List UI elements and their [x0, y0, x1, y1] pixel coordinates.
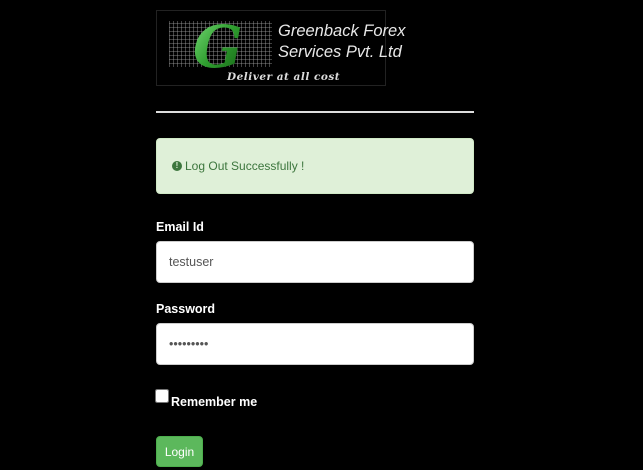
company-name-line2: Services Pvt. Ltd — [278, 43, 402, 61]
password-label: Password — [156, 302, 216, 316]
alert-message: Log Out Successfully ! — [185, 159, 305, 173]
remember-me-label[interactable]: Remember me — [171, 395, 257, 409]
email-field[interactable] — [156, 241, 474, 283]
remember-me-checkbox[interactable] — [155, 389, 169, 403]
header-divider — [156, 111, 474, 113]
company-name: Greenback Forex Services Pvt. Ltd — [278, 21, 405, 63]
exclamation-circle-icon: ! — [172, 161, 182, 171]
company-logo: G Greenback Forex Services Pvt. Ltd Deli… — [156, 10, 405, 86]
email-label: Email Id — [156, 220, 204, 234]
logout-success-alert: ! Log Out Successfully ! — [156, 138, 474, 194]
company-tagline: Deliver at all cost — [227, 71, 341, 83]
login-button[interactable]: Login — [156, 436, 203, 467]
password-field[interactable] — [156, 323, 474, 365]
company-name-line1: Greenback Forex — [278, 22, 406, 40]
